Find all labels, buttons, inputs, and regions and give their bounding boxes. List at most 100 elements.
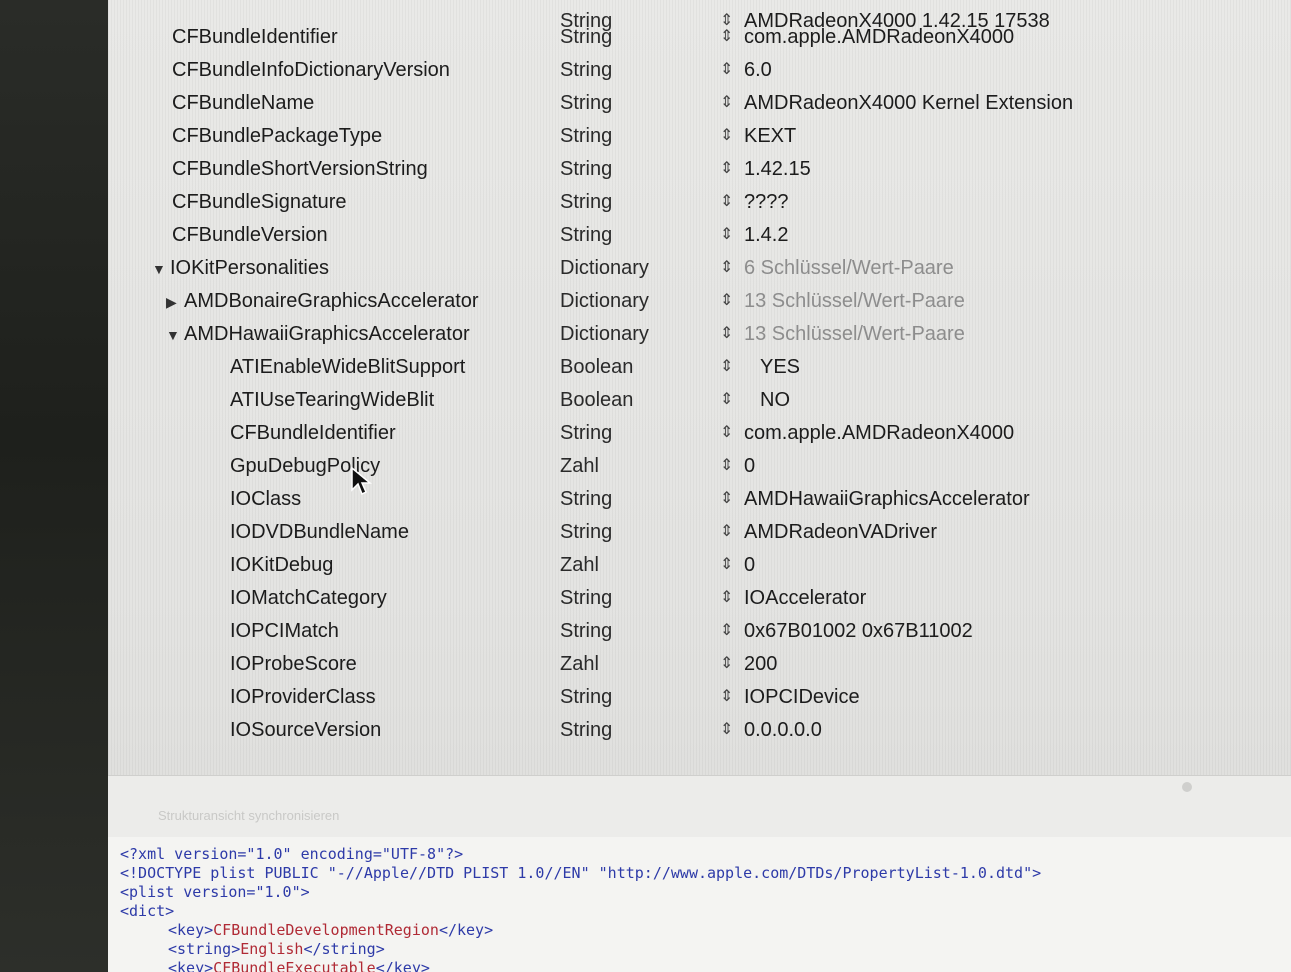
updown-stepper-icon[interactable]: ⇕ xyxy=(720,286,733,316)
plist-row[interactable]: IOClass String ⇕ AMDHawaiiGraphicsAccelerat… xyxy=(108,484,1291,514)
type-popup[interactable]: Boolean xyxy=(560,352,633,382)
type-popup[interactable]: Zahl xyxy=(560,649,599,679)
key-cell[interactable]: CFBundlePackageType xyxy=(172,121,382,151)
type-popup[interactable]: String xyxy=(560,22,612,52)
key-cell[interactable]: ▼ IOKitPersonalities xyxy=(152,253,329,284)
plist-row[interactable]: CFBundleVersion String ⇕ 1.4.2 xyxy=(108,220,1291,250)
type-popup[interactable]: Zahl xyxy=(560,550,599,580)
plist-row[interactable]: CFBundleShortVersionString String ⇕ 1.42.15 xyxy=(108,154,1291,184)
type-popup[interactable]: String xyxy=(560,484,612,514)
plist-row[interactable]: CFBundleSignature String ⇕???? xyxy=(108,187,1291,217)
key-cell[interactable]: CFBundleShortVersionString xyxy=(172,154,428,184)
updown-stepper-icon[interactable]: ⇕ xyxy=(720,583,733,613)
updown-stepper-icon[interactable]: ⇕ xyxy=(720,154,733,184)
value-cell[interactable]: 1.4.2 xyxy=(744,220,788,250)
value-cell[interactable]: IOAccelerator xyxy=(744,583,866,613)
type-popup[interactable]: String xyxy=(560,55,612,85)
key-cell[interactable]: IOProbeScore xyxy=(230,649,357,679)
updown-stepper-icon[interactable]: ⇕ xyxy=(720,715,733,745)
value-cell[interactable]: AMDRadeonVADriver xyxy=(744,517,937,547)
type-popup[interactable]: Dictionary xyxy=(560,253,649,283)
value-cell[interactable]: 200 xyxy=(744,649,777,679)
structure-sync-label[interactable]: Strukturansicht synchronisieren xyxy=(158,808,339,823)
plist-row[interactable]: CFBundlePackageType String ⇕ KEXT xyxy=(108,121,1291,151)
type-popup[interactable]: Boolean xyxy=(560,385,633,415)
plist-row[interactable]: ▶ AMDBonaireGraphicsAccelerator Dictionary… xyxy=(108,286,1291,316)
updown-stepper-icon[interactable]: ⇕ xyxy=(720,352,733,382)
key-cell[interactable]: IOClass xyxy=(230,484,301,514)
key-cell[interactable]: CFBundleVersion xyxy=(172,220,328,250)
key-cell[interactable]: CFBundleInfoDictionaryVersion xyxy=(172,55,450,85)
type-popup[interactable]: Zahl xyxy=(560,451,599,481)
key-cell[interactable]: CFBundleSignature xyxy=(172,187,347,217)
value-cell[interactable]: 6 Schlüssel/Wert-Paare xyxy=(744,253,954,283)
updown-stepper-icon[interactable]: ⇕ xyxy=(720,220,733,250)
value-cell[interactable]: IOPCIDevice xyxy=(744,682,860,712)
updown-stepper-icon[interactable]: ⇕ xyxy=(720,682,733,712)
key-cell[interactable]: ▼ AMDHawaiiGraphicsAccelerator xyxy=(166,319,470,350)
value-cell[interactable]: 6.0 xyxy=(744,55,772,85)
updown-stepper-icon[interactable]: ⇕ xyxy=(720,319,733,349)
updown-stepper-icon[interactable]: ⇕ xyxy=(720,616,733,646)
value-cell[interactable]: 0x67B01002 0x67B11002 xyxy=(744,616,973,646)
type-popup[interactable]: String xyxy=(560,616,612,646)
triangle-down-icon[interactable]: ▼ xyxy=(166,320,184,350)
key-cell[interactable]: IOMatchCategory xyxy=(230,583,387,613)
split-divider[interactable]: Strukturansicht synchronisieren xyxy=(108,775,1291,838)
key-cell[interactable]: ▶ AMDBonaireGraphicsAccelerator xyxy=(166,286,479,317)
triangle-down-icon[interactable]: ▼ xyxy=(152,254,170,284)
type-popup[interactable]: String xyxy=(560,583,612,613)
key-cell[interactable]: CFBundleIdentifier xyxy=(172,22,338,52)
updown-stepper-icon[interactable]: ⇕ xyxy=(720,121,733,151)
value-cell[interactable]: YES xyxy=(760,352,800,382)
plist-row[interactable]: ▼ IOKitPersonalities Dictionary ⇕ 6 Schlüsse… xyxy=(108,253,1291,283)
type-popup[interactable]: String xyxy=(560,682,612,712)
key-cell[interactable]: IOSourceVersion xyxy=(230,715,381,745)
updown-stepper-icon[interactable]: ⇕ xyxy=(720,22,733,52)
updown-stepper-icon[interactable]: ⇕ xyxy=(720,484,733,514)
updown-stepper-icon[interactable]: ⇕ xyxy=(720,88,733,118)
plist-row[interactable]: GpuDebugPolicy Zahl ⇕ 0 xyxy=(108,451,1291,481)
type-popup[interactable]: Dictionary xyxy=(560,319,649,349)
key-cell[interactable]: ATIUseTearingWideBlit xyxy=(230,385,434,415)
plist-row[interactable]: CFBundleInfoDictionaryVersion String ⇕ 6.0 xyxy=(108,55,1291,85)
triangle-right-icon[interactable]: ▶ xyxy=(166,287,184,317)
value-cell[interactable]: AMDRadeonX4000 Kernel Extension xyxy=(744,88,1073,118)
key-cell[interactable]: IOProviderClass xyxy=(230,682,376,712)
updown-stepper-icon[interactable]: ⇕ xyxy=(720,253,733,283)
type-popup[interactable]: String xyxy=(560,88,612,118)
value-cell[interactable]: 13 Schlüssel/Wert-Paare xyxy=(744,319,965,349)
updown-stepper-icon[interactable]: ⇕ xyxy=(720,649,733,679)
plist-row[interactable]: ATIUseTearingWideBlit Boolean ⇕ NO xyxy=(108,385,1291,415)
type-popup[interactable]: String xyxy=(560,187,612,217)
plist-row[interactable]: ATIEnableWideBlitSupport Boolean ⇕ YES xyxy=(108,352,1291,382)
value-cell[interactable]: NO xyxy=(760,385,790,415)
updown-stepper-icon[interactable]: ⇕ xyxy=(720,550,733,580)
value-cell[interactable]: 0.0.0.0.0 xyxy=(744,715,822,745)
plist-row[interactable]: CFBundleName String ⇕ AMDRadeonX4000 Kernel… xyxy=(108,88,1291,118)
key-cell[interactable]: CFBundleIdentifier xyxy=(230,418,396,448)
key-cell[interactable]: IODVDBundleName xyxy=(230,517,409,547)
value-cell[interactable]: com.apple.AMDRadeonX4000 xyxy=(744,418,1014,448)
type-popup[interactable]: String xyxy=(560,121,612,151)
value-cell[interactable]: 1.42.15 xyxy=(744,154,811,184)
value-cell[interactable]: 13 Schlüssel/Wert-Paare xyxy=(744,286,965,316)
key-cell[interactable]: IOPCIMatch xyxy=(230,616,339,646)
type-popup[interactable]: String xyxy=(560,418,612,448)
plist-row[interactable]: CFBundleIdentifier String ⇕ com.apple.AMDRa… xyxy=(108,418,1291,448)
updown-stepper-icon[interactable]: ⇕ xyxy=(720,418,733,448)
plist-row[interactable]: IOProviderClass String ⇕ IOPCIDevice xyxy=(108,682,1291,712)
updown-stepper-icon[interactable]: ⇕ xyxy=(720,517,733,547)
type-popup[interactable]: String xyxy=(560,715,612,745)
value-cell[interactable]: 0 xyxy=(744,550,755,580)
plist-row[interactable]: IOPCIMatch String ⇕ 0x67B01002 0x67B11002 xyxy=(108,616,1291,646)
type-popup[interactable]: String xyxy=(560,220,612,250)
updown-stepper-icon[interactable]: ⇕ xyxy=(720,451,733,481)
key-cell[interactable]: CFBundleName xyxy=(172,88,314,118)
key-cell[interactable]: IOKitDebug xyxy=(230,550,333,580)
value-cell[interactable]: ???? xyxy=(744,187,789,217)
type-popup[interactable]: Dictionary xyxy=(560,286,649,316)
plist-row[interactable]: ▼ AMDHawaiiGraphicsAccelerator Dictionary ⇕… xyxy=(108,319,1291,349)
xml-source-view[interactable]: <?xml version="1.0" encoding="UTF-8"?> <… xyxy=(108,837,1291,972)
value-cell[interactable]: 0 xyxy=(744,451,755,481)
